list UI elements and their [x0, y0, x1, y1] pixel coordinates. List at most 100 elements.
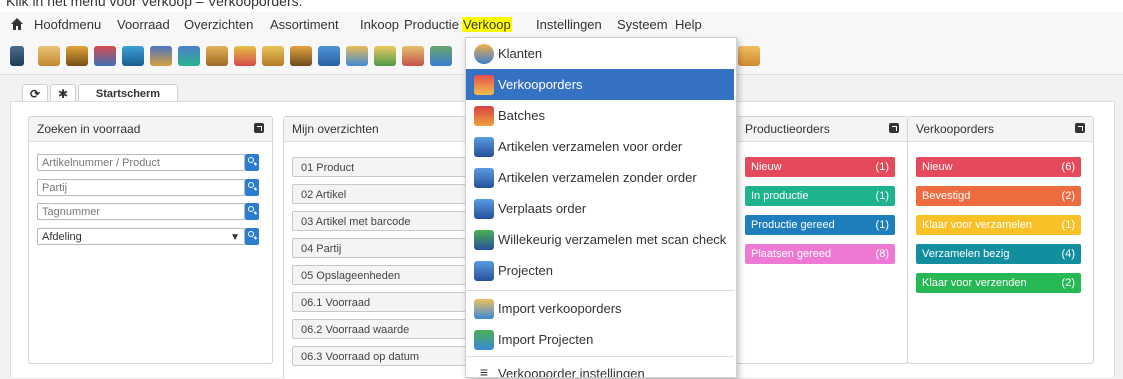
- menu-verkoop[interactable]: Verkoop: [462, 17, 512, 32]
- forklift-icon[interactable]: [66, 46, 88, 66]
- menu-item-label: Klanten: [498, 46, 543, 61]
- tag-search-button[interactable]: [245, 203, 259, 220]
- menu-overzichten[interactable]: Overzichten: [184, 17, 253, 32]
- sales-status-new[interactable]: Nieuw (6): [916, 157, 1081, 177]
- status-label: In productie: [751, 190, 809, 202]
- main-menubar: Hoofdmenu Voorraad Overzichten Assortime…: [0, 12, 1123, 39]
- status-count: (1): [875, 190, 889, 202]
- refresh-icon: ⟳: [29, 87, 41, 101]
- department-search-button[interactable]: [245, 228, 259, 245]
- sales-orders-icon: [474, 75, 494, 95]
- menu-item-random-collect[interactable]: Willekeurig verzamelen met scan check: [466, 224, 734, 255]
- search-panel-title: Zoeken in voorraad: [37, 122, 141, 136]
- overview-item[interactable]: 06.2 Voorraad waarde: [292, 319, 467, 339]
- overviews-panel: Mijn overzichten 01 Product 02 Artikel 0…: [283, 116, 480, 379]
- menu-voorraad[interactable]: Voorraad: [117, 17, 170, 32]
- menu-productie[interactable]: Productie: [404, 17, 459, 32]
- menu-item-move-order[interactable]: Verplaats order: [466, 193, 734, 224]
- production-status-new[interactable]: Nieuw (1): [745, 157, 895, 177]
- order-icon[interactable]: [402, 46, 424, 66]
- production-orders-panel: Productieorders Nieuw (1) In productie (…: [736, 116, 908, 364]
- overview-item[interactable]: 06.3 Voorraad op datum: [292, 346, 467, 366]
- menu-assortiment[interactable]: Assortiment: [270, 17, 339, 32]
- overview-item[interactable]: 03 Artikel met barcode: [292, 211, 467, 231]
- menu-inkoop[interactable]: Inkoop: [360, 17, 399, 32]
- warehouse-icon[interactable]: [430, 46, 452, 66]
- lift-icon[interactable]: [122, 46, 144, 66]
- device-icon[interactable]: [10, 46, 24, 66]
- expand-icon[interactable]: [889, 123, 899, 133]
- overview-item[interactable]: 02 Artikel: [292, 184, 467, 204]
- status-label: Verzamelen bezig: [922, 248, 1010, 260]
- menu-item-label: Willekeurig verzamelen met scan check: [498, 232, 727, 247]
- menu-item-sales-settings[interactable]: ≡ Verkooporder instellingen: [466, 358, 734, 377]
- menu-item-verkooporders[interactable]: Verkooporders: [466, 69, 734, 100]
- expand-icon[interactable]: [254, 123, 264, 133]
- chevron-down-icon: ▼: [230, 232, 240, 243]
- sales-orders-panel: Verkooporders Nieuw (6) Bevestigd (2) Kl…: [907, 116, 1094, 364]
- menu-systeem[interactable]: Systeem: [617, 17, 668, 32]
- overviews-panel-header: Mijn overzichten: [284, 117, 479, 142]
- search-icon[interactable]: [290, 46, 312, 66]
- production-status-in-production[interactable]: In productie (1): [745, 186, 895, 206]
- menu-help[interactable]: Help: [675, 17, 702, 32]
- production-status-placing-ready[interactable]: Plaatsen gereed (8): [745, 244, 895, 264]
- boxes-icon[interactable]: [178, 46, 200, 66]
- menu-item-klanten[interactable]: Klanten: [466, 38, 734, 69]
- menu-item-collect-for-order[interactable]: Artikelen verzamelen voor order: [466, 131, 734, 162]
- menu-item-batches[interactable]: Batches: [466, 100, 734, 131]
- sales-status-collecting[interactable]: Verzamelen bezig (4): [916, 244, 1081, 264]
- box-search-icon[interactable]: [262, 46, 284, 66]
- menu-item-collect-without-order[interactable]: Artikelen verzamelen zonder order: [466, 162, 734, 193]
- batch-search-button[interactable]: [245, 179, 259, 196]
- menu-hoofdmenu[interactable]: Hoofdmenu: [34, 17, 101, 32]
- production-orders-title: Productieorders: [745, 122, 830, 136]
- menu-item-import-sales-orders[interactable]: Import verkooporders: [466, 293, 734, 324]
- sales-status-ready-collect[interactable]: Klaar voor verzamelen (1): [916, 215, 1081, 235]
- menu-instellingen[interactable]: Instellingen: [536, 17, 602, 32]
- sales-status-ready-ship[interactable]: Klaar voor verzenden (2): [916, 273, 1081, 293]
- overview-item[interactable]: 05 Opslageenheden: [292, 265, 467, 285]
- status-count: (1): [875, 219, 889, 231]
- truck-icon[interactable]: [206, 46, 228, 66]
- article-search-button[interactable]: [245, 154, 259, 171]
- article-search-input[interactable]: Artikelnummer / Product: [37, 154, 245, 171]
- sales-status-confirmed[interactable]: Bevestigd (2): [916, 186, 1081, 206]
- overview-item[interactable]: 06.1 Voorraad: [292, 292, 467, 312]
- user-icon[interactable]: [738, 46, 760, 66]
- menu-item-label: Import Projecten: [498, 332, 594, 347]
- expand-icon[interactable]: [1075, 123, 1085, 133]
- menu-item-projecten[interactable]: Projecten: [466, 255, 734, 286]
- stack-check-icon[interactable]: [374, 46, 396, 66]
- pallet-icon[interactable]: [94, 46, 116, 66]
- overview-item[interactable]: 04 Partij: [292, 238, 467, 258]
- production-orders-header: Productieorders: [737, 117, 907, 142]
- production-status-finished[interactable]: Productie gereed (1): [745, 215, 895, 235]
- random-collect-icon: [474, 230, 494, 250]
- status-label: Plaatsen gereed: [751, 248, 832, 260]
- caption-text: Klik in het menu voor Verkoop – Verkoopo…: [6, 0, 303, 9]
- box-plus-icon[interactable]: [234, 46, 256, 66]
- stack-icon[interactable]: [346, 46, 368, 66]
- box-icon[interactable]: [38, 46, 60, 66]
- menu-item-label: Projecten: [498, 263, 553, 278]
- status-label: Bevestigd: [922, 190, 971, 202]
- status-label: Productie gereed: [751, 219, 835, 231]
- search-panel: Zoeken in voorraad Artikelnummer / Produ…: [28, 116, 273, 364]
- status-count: (4): [1061, 248, 1075, 260]
- menu-item-label: Artikelen verzamelen zonder order: [498, 170, 697, 185]
- collect-without-order-icon: [474, 168, 494, 188]
- reload-icon[interactable]: [318, 46, 340, 66]
- department-select[interactable]: Afdeling ▼: [37, 228, 245, 245]
- batch-search-input[interactable]: Partij: [37, 179, 245, 196]
- tag-search-input[interactable]: Tagnummer: [37, 203, 245, 220]
- status-count: (8): [875, 248, 889, 260]
- overview-item[interactable]: 01 Product: [292, 157, 467, 177]
- home-icon[interactable]: [10, 17, 24, 31]
- menu-item-import-projects[interactable]: Import Projecten: [466, 324, 734, 355]
- menu-item-label: Import verkooporders: [498, 301, 622, 316]
- customers-icon: [474, 44, 494, 64]
- rack-icon[interactable]: [150, 46, 172, 66]
- status-count: (6): [1061, 161, 1075, 173]
- gear-icon: ✱: [57, 87, 69, 101]
